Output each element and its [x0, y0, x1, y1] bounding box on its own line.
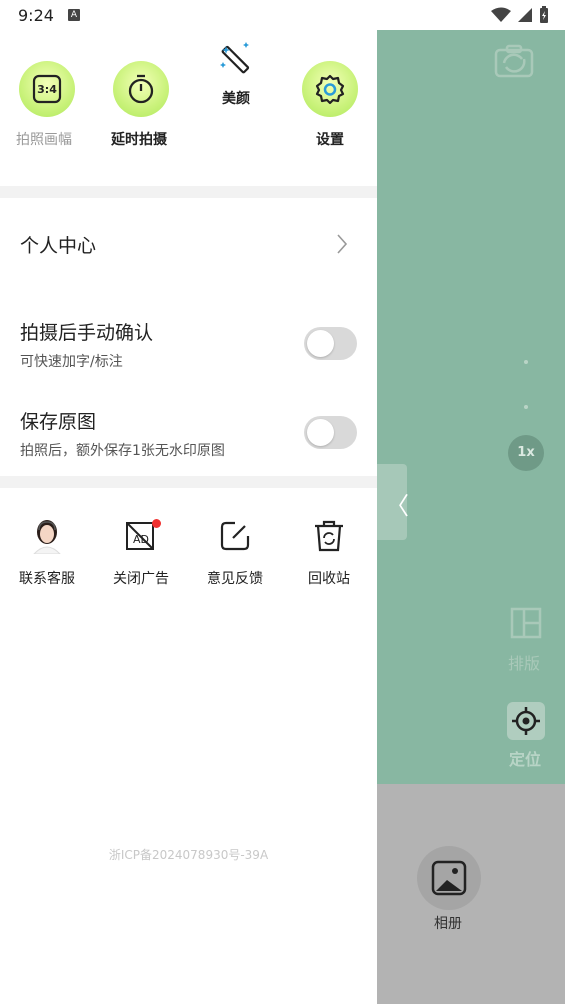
save-original-toggle[interactable]: [304, 416, 357, 449]
tools-grid: 联系客服 AD 关闭广告 意见反馈 回收站: [0, 506, 377, 606]
album-button[interactable]: [417, 846, 481, 910]
feedback-label: 意见反馈: [207, 571, 263, 587]
beauty-button[interactable]: 美颜: [212, 40, 260, 108]
focus-dot: [524, 405, 528, 409]
close-ads-label: 关闭广告: [113, 571, 169, 587]
save-original-title: 保存原图: [20, 411, 97, 433]
svg-text:AD: AD: [133, 533, 149, 546]
side-drawer: 3:4 拍照画幅 延时拍摄 美颜 设置 个人中心 拍摄后手动确认 可快速加字/标…: [0, 30, 377, 1004]
status-time: 9:24: [18, 6, 54, 25]
settings-label: 设置: [316, 132, 344, 148]
customer-service-button[interactable]: 联系客服: [2, 506, 92, 588]
manual-confirm-toggle[interactable]: [304, 327, 357, 360]
settings-circle: [302, 61, 358, 117]
section-divider: [0, 476, 377, 488]
manual-confirm-title: 拍摄后手动确认: [20, 322, 154, 344]
section-divider: [0, 186, 377, 198]
manual-confirm-subtitle: 可快速加字/标注: [20, 354, 123, 370]
camera-switch-icon[interactable]: [494, 44, 534, 78]
close-ads-button[interactable]: AD 关闭广告: [96, 506, 186, 588]
layout-icon[interactable]: [510, 607, 542, 639]
recycle-bin-label: 回收站: [308, 571, 350, 587]
album-label[interactable]: 相册: [434, 913, 462, 933]
layout-label[interactable]: 排版: [508, 650, 540, 674]
recycle-bin-icon: [315, 520, 343, 552]
aspect-ratio-badge: 3:4: [37, 82, 57, 96]
locate-button[interactable]: [507, 702, 545, 740]
signal-icon: [518, 8, 532, 22]
edit-feedback-icon: [220, 521, 250, 551]
drawer-close-tab[interactable]: 〈: [377, 464, 409, 540]
personal-center-label: 个人中心: [20, 235, 97, 257]
beauty-label: 美颜: [222, 91, 250, 107]
feedback-button[interactable]: 意见反馈: [190, 506, 280, 588]
timer-button[interactable]: 延时拍摄: [111, 61, 169, 149]
customer-service-avatar-icon: [33, 520, 61, 554]
recycle-bin-button[interactable]: 回收站: [284, 506, 374, 588]
notification-dot: [152, 519, 161, 528]
top-action-bar: 3:4 拍照画幅 延时拍摄 美颜 设置: [0, 30, 377, 186]
battery-icon: [540, 6, 548, 23]
aspect-ratio-circle: 3:4: [19, 61, 75, 117]
timer-icon: [128, 74, 154, 104]
chevron-right-icon: [337, 234, 348, 254]
icp-record[interactable]: 浙ICP备2024078930号-39A: [0, 846, 377, 863]
album-icon: [431, 860, 467, 896]
locate-label[interactable]: 定位: [509, 746, 541, 770]
aspect-ratio-label: 拍照画幅: [16, 132, 72, 148]
timer-label: 延时拍摄: [111, 132, 167, 148]
timer-circle: [113, 61, 169, 117]
wifi-icon: [491, 7, 511, 22]
manual-confirm-row: 拍摄后手动确认 可快速加字/标注: [0, 310, 377, 376]
save-original-subtitle: 拍照后，额外保存1张无水印原图: [20, 443, 225, 459]
customer-service-label: 联系客服: [19, 571, 75, 587]
personal-center-row[interactable]: 个人中心: [0, 198, 377, 288]
zoom-button[interactable]: 1x: [508, 435, 544, 471]
gear-icon: [315, 74, 345, 105]
focus-dot: [524, 360, 528, 364]
status-right-icons: [491, 6, 549, 24]
status-bar: 9:24 A: [0, 0, 565, 30]
magic-wand-icon: [220, 42, 250, 74]
aspect-ratio-button[interactable]: 3:4 拍照画幅: [16, 61, 75, 149]
notification-a-icon: A: [68, 9, 80, 21]
chevron-left-icon: 〈: [385, 492, 409, 520]
settings-button[interactable]: 设置: [302, 61, 358, 149]
locate-icon: [512, 707, 540, 735]
save-original-row: 保存原图 拍照后，额外保存1张无水印原图: [0, 399, 377, 465]
